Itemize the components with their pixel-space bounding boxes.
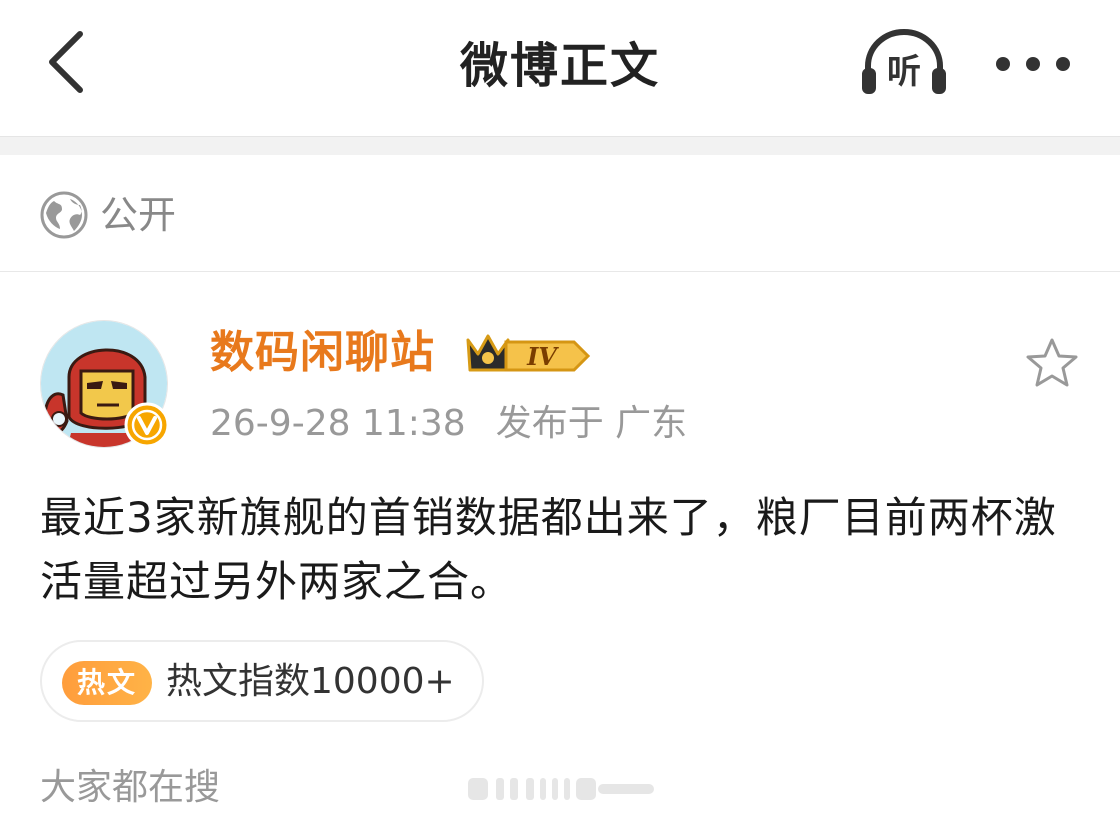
post-timestamp: 26-9-28 11:38: [210, 403, 466, 444]
visibility-label: 公开: [100, 193, 177, 237]
vip-level-text: IV: [526, 342, 559, 371]
globe-icon: [40, 191, 88, 239]
hot-article-chip[interactable]: 热文 热文指数10000+: [40, 640, 484, 722]
hot-badge: 热文: [62, 661, 152, 705]
author-name[interactable]: 数码闲聊站: [210, 322, 435, 384]
post-location: 发布于 广东: [495, 403, 688, 444]
top-navigation-bar: 微博正文 听: [0, 0, 1120, 137]
section-divider: [0, 137, 1120, 155]
more-button[interactable]: [990, 40, 1076, 88]
verified-v-icon: [124, 402, 170, 448]
author-avatar[interactable]: [40, 320, 170, 448]
post-content: 最近3家新旗舰的首销数据都出来了，粮厂目前两杯激活量超过另外两家之合。: [40, 493, 1057, 606]
loading-placeholder: [468, 778, 654, 800]
back-button[interactable]: [36, 26, 96, 98]
trending-search-title: 大家都在搜: [40, 767, 221, 808]
vip-crown-badge[interactable]: IV: [462, 328, 594, 380]
star-icon[interactable]: [1022, 334, 1082, 394]
post-meta: 26-9-28 11:38 发布于 广东: [210, 398, 687, 450]
page-title: 微博正文: [459, 38, 660, 94]
visibility-row: 公开: [0, 155, 1120, 272]
hot-index-text: 热文指数10000+: [166, 661, 455, 702]
more-dots-icon: [996, 57, 1070, 71]
listen-button[interactable]: 听: [858, 28, 950, 100]
listen-label: 听: [887, 52, 921, 92]
chevron-left-icon: [49, 31, 83, 93]
